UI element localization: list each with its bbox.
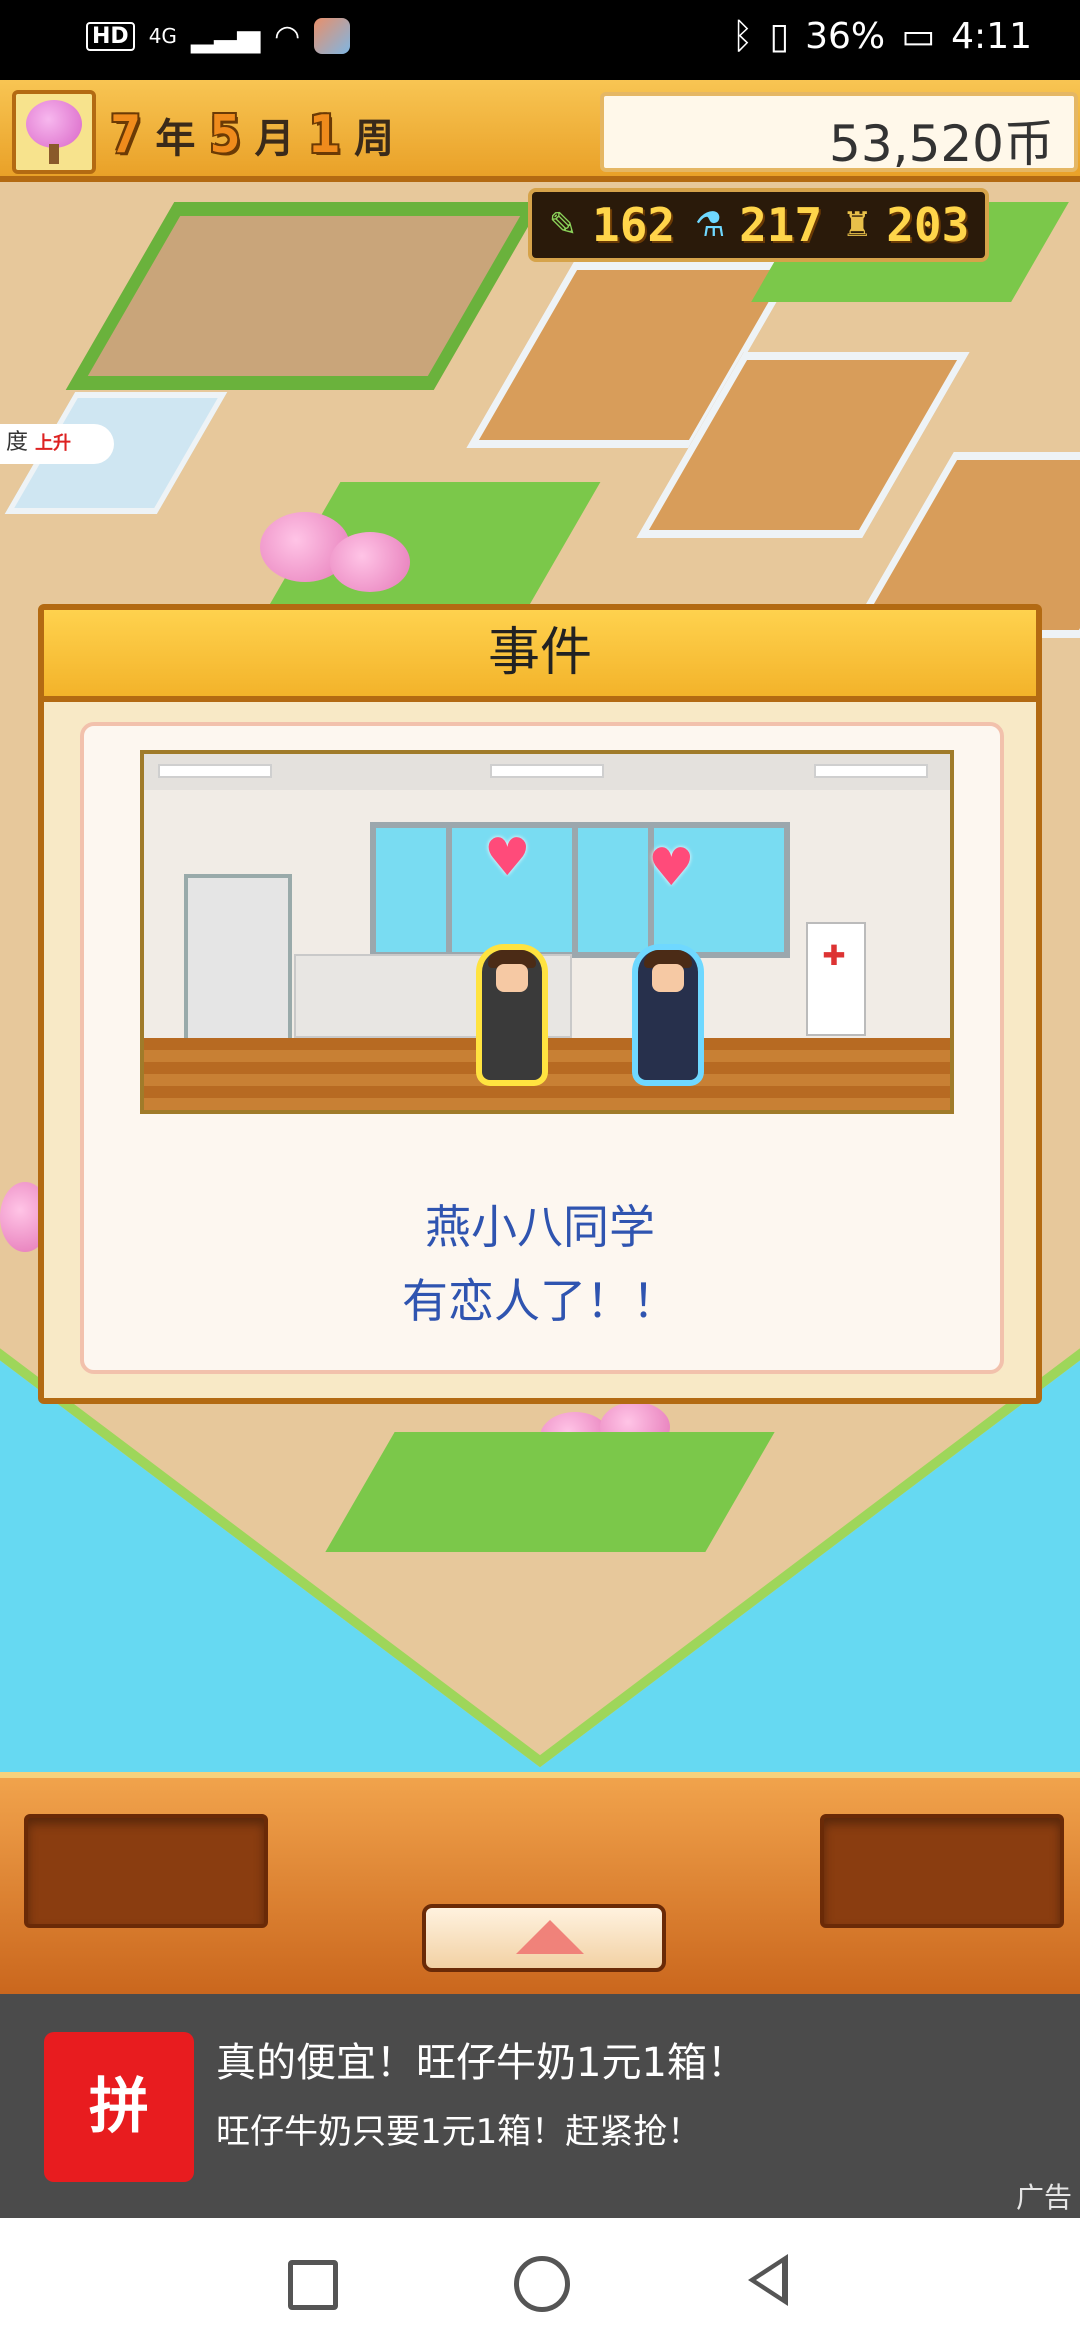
left-slot-button[interactable] bbox=[24, 1814, 268, 1928]
window-frame bbox=[446, 828, 452, 952]
female-student-sprite bbox=[638, 950, 698, 1080]
week-unit: 周 bbox=[353, 116, 394, 162]
dialog-header: 事件 bbox=[44, 610, 1036, 702]
sports-points: 203 bbox=[886, 198, 970, 252]
wooden-floor bbox=[144, 1038, 950, 1110]
system-nav-bar bbox=[0, 2218, 1080, 2340]
rank-label-partial: 度 bbox=[6, 430, 29, 455]
recent-apps-icon[interactable] bbox=[288, 2260, 338, 2310]
hd-icon: HD bbox=[86, 21, 135, 51]
event-line-2: 有恋人了！！ bbox=[402, 1274, 678, 1328]
battery-percent: 36% bbox=[805, 16, 886, 57]
year-number: 7 bbox=[110, 105, 142, 165]
game-date: 7 年 5 月 1 周 bbox=[110, 100, 394, 170]
trophy-icon: ♜ bbox=[841, 205, 873, 245]
window-frame bbox=[572, 828, 578, 952]
lawn-bottom bbox=[325, 1432, 775, 1552]
event-line-1: 燕小八同学 bbox=[425, 1200, 655, 1254]
bluetooth-icon: ᛒ bbox=[731, 16, 754, 57]
ceiling-light bbox=[814, 764, 928, 778]
medical-cross-icon: ✚ bbox=[822, 939, 846, 972]
signal-icon: ▂▃▅ bbox=[190, 18, 261, 54]
clock: 4:11 bbox=[951, 16, 1032, 57]
event-message: 燕小八同学 有恋人了！！ bbox=[44, 1190, 1036, 1338]
status-right: ᛒ ▯ 36% ▭ 4:11 bbox=[732, 16, 1032, 57]
cherry-tree bbox=[330, 532, 410, 592]
school-stats[interactable]: ✎ 162 ⚗ 217 ♜ 203 bbox=[528, 188, 990, 262]
home-icon[interactable] bbox=[514, 2256, 570, 2312]
status-left: HD 4G ▂▃▅ ◠ bbox=[86, 18, 351, 54]
money-display: 53,520币 bbox=[600, 92, 1078, 173]
male-student-sprite bbox=[482, 950, 542, 1080]
ad-title[interactable]: 真的便宜！旺仔牛奶1元1箱！ bbox=[216, 2030, 747, 2088]
classroom-window bbox=[370, 822, 790, 958]
expand-menu-button[interactable] bbox=[422, 1904, 666, 1972]
ceiling-light bbox=[490, 764, 604, 778]
month-number: 5 bbox=[209, 105, 241, 165]
ad-logo-glyph: 拼 bbox=[89, 2072, 149, 2142]
research-points: 217 bbox=[739, 198, 823, 252]
ad-banner[interactable]: 拼 真的便宜！旺仔牛奶1元1箱！ 旺仔牛奶只要1元1箱！赶紧抢！ 广告 bbox=[0, 1994, 1080, 2218]
week-number: 1 bbox=[308, 105, 340, 165]
network-label: 4G bbox=[148, 24, 177, 48]
pinduoduo-logo-icon[interactable]: 拼 bbox=[44, 2032, 194, 2182]
money-amount: 53,520币 bbox=[829, 115, 1054, 173]
status-bar: HD 4G ▂▃▅ ◠ ᛒ ▯ 36% ▭ 4:11 bbox=[0, 0, 1080, 80]
tree-trunk bbox=[49, 144, 59, 164]
sliding-door bbox=[184, 874, 292, 1044]
pencil-icon: ✎ bbox=[548, 205, 578, 245]
up-arrow-icon bbox=[516, 1920, 584, 1954]
ad-subtitle[interactable]: 旺仔牛奶只要1元1箱！赶紧抢！ bbox=[216, 2104, 701, 2153]
ad-label: 广告 bbox=[1015, 2181, 1072, 2214]
rank-up-badge: 度 上升 bbox=[0, 424, 114, 464]
right-slot-button[interactable] bbox=[820, 1814, 1064, 1928]
heart-icon: ♥ bbox=[648, 838, 695, 898]
event-dialog[interactable]: 事件 ✚ ♥ ♥ 燕小八同学 有恋人了！！ bbox=[38, 604, 1042, 1404]
heart-icon: ♥ bbox=[484, 828, 531, 888]
ceiling-light bbox=[158, 764, 272, 778]
study-points: 162 bbox=[592, 198, 676, 252]
bottom-control-bar bbox=[0, 1772, 1080, 2000]
dialog-title: 事件 bbox=[487, 623, 592, 683]
year-unit: 年 bbox=[155, 116, 196, 162]
wifi-icon: ◠ bbox=[274, 18, 301, 54]
back-icon-inner bbox=[756, 2263, 782, 2297]
battery-icon: ▭ bbox=[901, 16, 936, 57]
rank-up-label: 上升 bbox=[35, 433, 72, 454]
face bbox=[496, 964, 528, 992]
season-tree-icon[interactable] bbox=[12, 90, 96, 174]
face bbox=[652, 964, 684, 992]
notification-app-icon bbox=[314, 18, 351, 54]
flask-icon: ⚗ bbox=[694, 205, 726, 245]
tree-crown bbox=[26, 100, 82, 148]
event-illustration: ✚ ♥ ♥ bbox=[140, 750, 954, 1114]
month-unit: 月 bbox=[254, 116, 295, 162]
vibrate-icon: ▯ bbox=[769, 16, 790, 57]
